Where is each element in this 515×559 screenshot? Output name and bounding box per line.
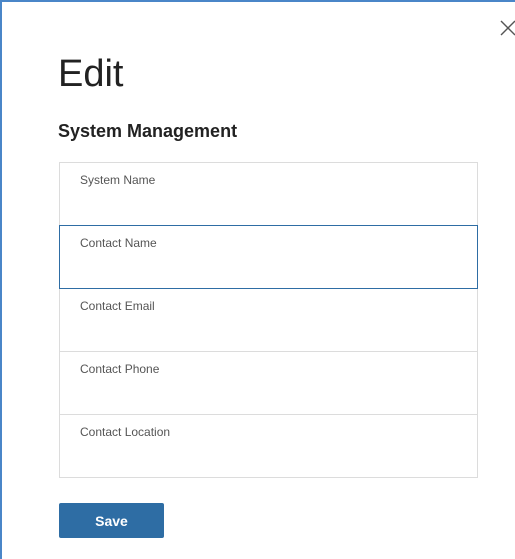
contact-email-field[interactable]: Contact Email [59, 288, 478, 352]
contact-email-label: Contact Email [80, 299, 155, 313]
contact-name-field[interactable]: Contact Name [59, 225, 478, 289]
contact-phone-label: Contact Phone [80, 362, 160, 376]
contact-name-label: Contact Name [80, 236, 157, 250]
contact-phone-field[interactable]: Contact Phone [59, 351, 478, 415]
contact-phone-input[interactable] [80, 382, 460, 406]
contact-email-input[interactable] [80, 319, 460, 343]
system-name-input[interactable] [80, 193, 460, 217]
save-button[interactable]: Save [59, 503, 164, 538]
system-name-field[interactable]: System Name [59, 162, 478, 226]
close-icon [500, 20, 515, 36]
contact-name-input[interactable] [80, 256, 460, 280]
close-button[interactable] [498, 18, 515, 38]
contact-location-label: Contact Location [80, 425, 171, 439]
edit-dialog: Edit System Management System Name Conta… [0, 0, 515, 559]
section-title: System Management [58, 121, 238, 141]
system-form: System Name Contact Name Contact Email C… [59, 162, 478, 478]
contact-location-input[interactable] [80, 445, 460, 469]
contact-location-field[interactable]: Contact Location [59, 414, 478, 478]
dialog-title: Edit [58, 53, 124, 95]
system-name-label: System Name [80, 173, 156, 187]
